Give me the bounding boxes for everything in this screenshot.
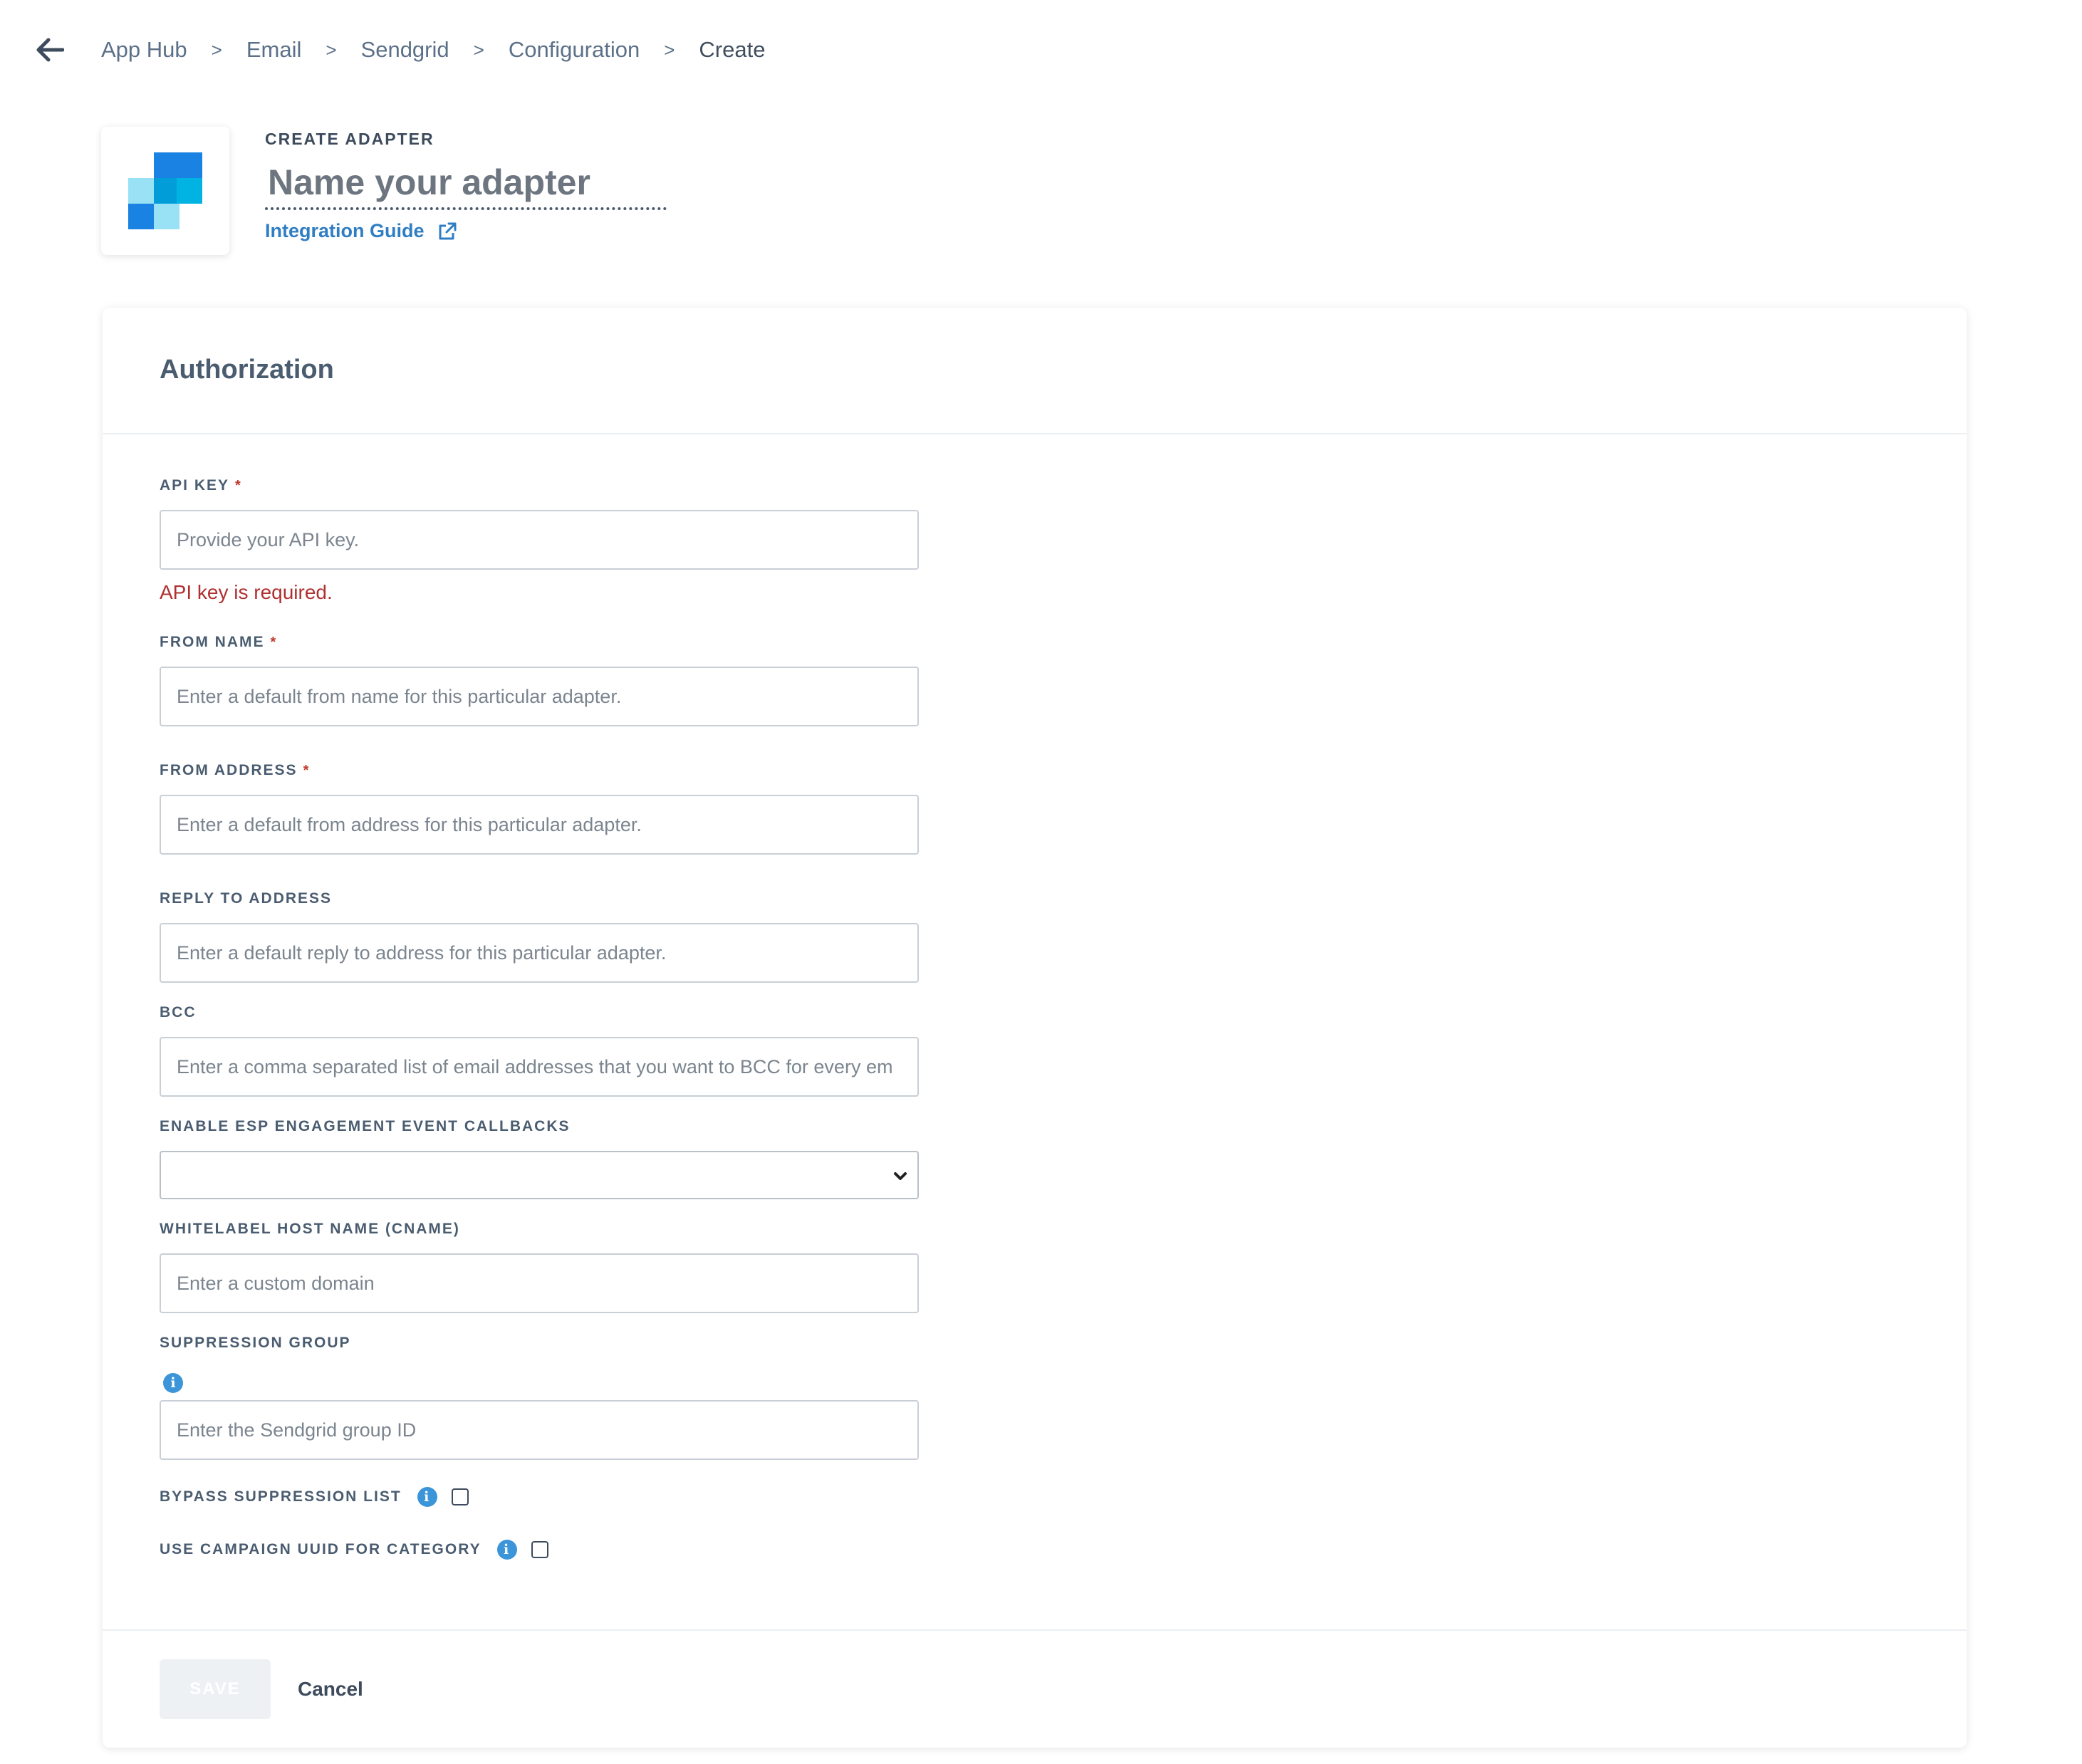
from-name-label: FROM NAME * — [160, 634, 277, 651]
sendgrid-logo — [128, 152, 202, 229]
breadcrumb-current: Create — [699, 37, 766, 62]
integration-guide-link[interactable]: Integration Guide — [265, 220, 457, 242]
chevron-down-icon — [894, 1172, 907, 1180]
whitelabel-label: WHITELABEL HOST NAME (CNAME) — [160, 1221, 460, 1238]
card-header: Authorization — [103, 308, 1967, 434]
required-marker: * — [270, 634, 278, 650]
from-name-input[interactable] — [160, 667, 919, 726]
page: App Hub > Email > Sendgrid > Configurati… — [0, 0, 2082, 1764]
adapter-header: CREATE ADAPTER Integration Guide — [265, 130, 667, 242]
info-icon[interactable]: i — [163, 1373, 183, 1393]
esp-callbacks-label: ENABLE ESP ENGAGEMENT EVENT CALLBACKS — [160, 1118, 571, 1135]
back-button[interactable] — [34, 34, 66, 66]
breadcrumb-separator: > — [664, 38, 675, 61]
breadcrumb-separator: > — [473, 38, 484, 61]
cancel-button[interactable]: Cancel — [298, 1659, 363, 1719]
esp-callbacks-select[interactable] — [160, 1151, 919, 1199]
from-name-label-text: FROM NAME — [160, 634, 265, 650]
breadcrumb-configuration[interactable]: Configuration — [509, 37, 640, 63]
breadcrumb-separator: > — [326, 38, 337, 61]
external-link-icon — [439, 222, 457, 239]
from-address-label: FROM ADDRESS * — [160, 762, 310, 779]
from-address-label-text: FROM ADDRESS — [160, 762, 298, 778]
bcc-input[interactable] — [160, 1037, 919, 1097]
reply-to-input[interactable] — [160, 923, 919, 983]
required-marker: * — [303, 762, 311, 778]
breadcrumb-sendgrid[interactable]: Sendgrid — [361, 37, 449, 63]
whitelabel-input[interactable] — [160, 1253, 919, 1313]
campaign-uuid-label: USE CAMPAIGN UUID FOR CATEGORY — [160, 1541, 482, 1557]
suppression-group-label: SUPPRESSION GROUP — [160, 1335, 351, 1352]
adapter-logo-card — [101, 127, 229, 255]
bypass-suppression-row: BYPASS SUPPRESSION LIST i — [160, 1487, 469, 1507]
required-marker: * — [235, 477, 242, 494]
bcc-label-text: BCC — [160, 1004, 197, 1021]
integration-guide-label: Integration Guide — [265, 220, 425, 241]
campaign-uuid-checkbox[interactable] — [531, 1541, 548, 1558]
info-icon[interactable]: i — [496, 1540, 517, 1560]
breadcrumb-separator: > — [211, 38, 222, 61]
breadcrumb-email[interactable]: Email — [246, 37, 302, 63]
from-address-input[interactable] — [160, 795, 919, 855]
whitelabel-label-text: WHITELABEL HOST NAME (CNAME) — [160, 1221, 460, 1237]
bypass-suppression-checkbox[interactable] — [451, 1488, 469, 1505]
breadcrumb-app-hub[interactable]: App Hub — [101, 37, 187, 63]
card-footer: SAVE Cancel — [103, 1629, 1967, 1749]
authorization-card: Authorization API KEY * API key is requi… — [103, 308, 1967, 1748]
bcc-label: BCC — [160, 1004, 197, 1021]
breadcrumb: App Hub > Email > Sendgrid > Configurati… — [34, 28, 765, 71]
bypass-suppression-label: BYPASS SUPPRESSION LIST — [160, 1488, 402, 1505]
api-key-input[interactable] — [160, 510, 919, 570]
create-adapter-eyebrow: CREATE ADAPTER — [265, 130, 434, 148]
reply-to-label: REPLY TO ADDRESS — [160, 890, 332, 907]
save-button[interactable]: SAVE — [160, 1659, 271, 1719]
esp-callbacks-label-text: ENABLE ESP ENGAGEMENT EVENT CALLBACKS — [160, 1118, 571, 1134]
suppression-group-input[interactable] — [160, 1400, 919, 1460]
api-key-error: API key is required. — [160, 581, 333, 603]
arrow-left-icon — [36, 38, 64, 62]
api-key-label-text: API KEY — [160, 477, 230, 494]
card-title: Authorization — [160, 355, 334, 385]
info-icon[interactable]: i — [417, 1487, 437, 1507]
reply-to-label-text: REPLY TO ADDRESS — [160, 890, 333, 907]
api-key-label: API KEY * — [160, 477, 242, 494]
suppression-group-label-text: SUPPRESSION GROUP — [160, 1335, 351, 1351]
adapter-name-input[interactable] — [265, 162, 667, 210]
campaign-uuid-row: USE CAMPAIGN UUID FOR CATEGORY i — [160, 1540, 548, 1560]
